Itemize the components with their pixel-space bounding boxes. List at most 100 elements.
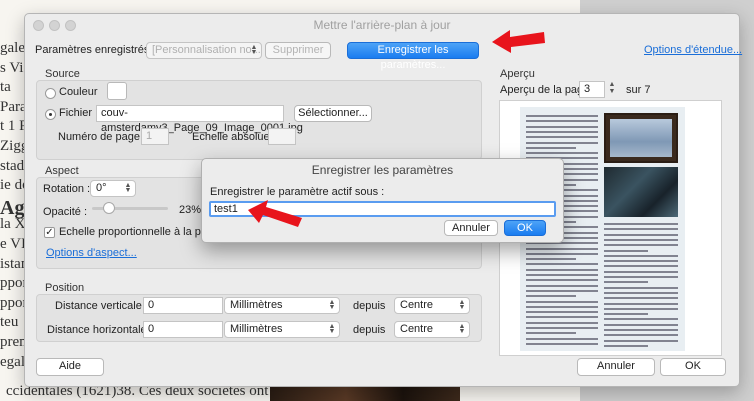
vertical-anchor-value: Centre: [400, 299, 434, 311]
vertical-distance-label: Distance verticale :: [55, 300, 148, 312]
save-dialog-prompt: Enregistrer le paramètre actif sous :: [210, 186, 385, 198]
preview-text-line: [526, 152, 598, 155]
preview-text-line: [526, 316, 598, 319]
preview-text-line: [526, 247, 598, 250]
horizontal-anchor-select[interactable]: Centre ▲ ▼: [394, 321, 470, 338]
updown-arrows-icon: ▲ ▼: [328, 299, 336, 311]
updown-arrows-icon: ▲ ▼: [124, 182, 132, 194]
preview-text-line: [604, 307, 678, 310]
horizontal-anchor-value: Centre: [400, 323, 434, 335]
preview-text-line: [604, 238, 678, 241]
file-path-field[interactable]: couv-amsterdamv3_Page_09_Image_0001.jpg: [96, 105, 303, 134]
preview-page-stepper[interactable]: ▲ ▼: [607, 81, 617, 98]
source-section-title: Source: [45, 68, 80, 80]
horizontal-unit-select[interactable]: Millimètres ▲ ▼: [224, 321, 340, 338]
preview-text-line: [526, 146, 576, 149]
preview-text-line: [526, 258, 576, 261]
proportional-scale-checkbox[interactable]: ✓: [44, 227, 55, 238]
select-file-button[interactable]: Sélectionner...: [294, 105, 372, 122]
ok-button[interactable]: OK: [660, 358, 726, 376]
preview-section-title: Aperçu: [500, 68, 535, 80]
rotation-label: Rotation :: [43, 183, 91, 195]
preview-text-line: [604, 302, 678, 305]
saved-params-select[interactable]: [Personnalisation no... ▲ ▼: [146, 42, 262, 59]
preview-text-line: [604, 244, 678, 247]
preview-text-line: [526, 305, 598, 308]
cancel-button[interactable]: Annuler: [577, 358, 655, 376]
vertical-anchor-select[interactable]: Centre ▲ ▼: [394, 297, 470, 314]
extended-options-link[interactable]: Options d'étendue...: [644, 44, 742, 56]
preview-text-line: [604, 291, 678, 294]
background-text-line: teu: [0, 314, 19, 331]
preview-text-line: [604, 297, 678, 300]
save-dialog-cancel-button[interactable]: Annuler: [444, 220, 498, 236]
preview-cabinet-image: [604, 167, 678, 217]
preview-text-line: [526, 327, 598, 329]
preview-text-line: [604, 286, 678, 289]
preview-text-line: [526, 279, 598, 282]
red-arrow-icon: [248, 200, 302, 227]
preview-text-line: [604, 313, 648, 316]
position-section-title: Position: [45, 282, 85, 294]
preview-text-line: [526, 321, 598, 324]
preview-text-line: [526, 120, 598, 123]
preview-text-line: [526, 136, 598, 139]
preview-text-line: [604, 276, 678, 278]
absolute-scale-field[interactable]: [268, 128, 296, 145]
save-params-button[interactable]: Enregistrer les paramètres...: [347, 42, 479, 71]
preview-text-line: [604, 265, 678, 268]
preview-text-line: [526, 125, 598, 128]
color-swatch-button[interactable]: [107, 82, 127, 100]
vertical-distance-field[interactable]: 0: [143, 297, 223, 314]
preview-text-line: [526, 130, 598, 133]
preview-text-line: [604, 254, 678, 257]
file-label: Fichier: [59, 107, 93, 119]
preview-text-line: [526, 284, 598, 287]
file-radio[interactable]: [45, 109, 56, 120]
background-text-line: s Vi: [0, 59, 24, 76]
vertical-from-label: depuis: [353, 300, 386, 312]
preview-text-line: [604, 334, 678, 337]
background-text-line: ta: [0, 79, 11, 96]
save-dialog-ok-button[interactable]: OK: [504, 220, 546, 236]
preview-text-line: [526, 311, 598, 314]
color-radio[interactable]: [45, 88, 56, 99]
preview-text-line: [526, 300, 598, 303]
preview-text-line: [604, 270, 678, 273]
preview-text-line: [604, 233, 678, 236]
aspect-options-link[interactable]: Options d'aspect...: [46, 247, 137, 259]
saved-params-value: [Personnalisation no...: [152, 44, 261, 56]
preview-text-line: [604, 318, 678, 321]
updown-arrows-icon: ▲ ▼: [328, 323, 336, 335]
window-title: Mettre l'arrière-plan à jour: [313, 18, 451, 32]
page-number-field[interactable]: 1: [141, 128, 169, 145]
help-button[interactable]: Aide: [36, 358, 104, 376]
preview-page-label: Aperçu de la page: [500, 84, 590, 96]
preview-text-line: [604, 281, 648, 284]
background-photo: [270, 385, 460, 401]
horizontal-distance-field[interactable]: 0: [143, 321, 223, 338]
opacity-value: 23%: [179, 204, 202, 216]
preview-text-line: [604, 249, 648, 252]
page-number-label: Numéro de page :: [58, 131, 147, 143]
color-label: Couleur: [59, 86, 98, 98]
preview-text-line: [526, 289, 598, 292]
preview-text-line: [526, 252, 598, 255]
horizontal-unit-value: Millimètres: [230, 323, 283, 335]
preview-text-line: [526, 337, 598, 340]
opacity-label: Opacité :: [43, 206, 88, 218]
preview-text-line: [604, 323, 678, 326]
delete-button[interactable]: Supprimer: [265, 42, 331, 59]
preview-text-line: [526, 141, 598, 144]
horizontal-from-label: depuis: [353, 324, 386, 336]
vertical-unit-select[interactable]: Millimètres ▲ ▼: [224, 297, 340, 314]
rotation-select[interactable]: 0° ▲ ▼: [90, 180, 136, 197]
updown-arrows-icon: ▲ ▼: [458, 299, 466, 311]
preview-text-line: [604, 260, 678, 263]
preview-text-line: [604, 344, 648, 347]
save-dialog-title: Enregistrer les paramètres: [311, 163, 454, 177]
preview-page-field[interactable]: 3: [579, 81, 605, 98]
preview-text-line: [526, 342, 598, 345]
preview-text-line: [526, 274, 598, 276]
preview-text-line: [526, 332, 576, 335]
